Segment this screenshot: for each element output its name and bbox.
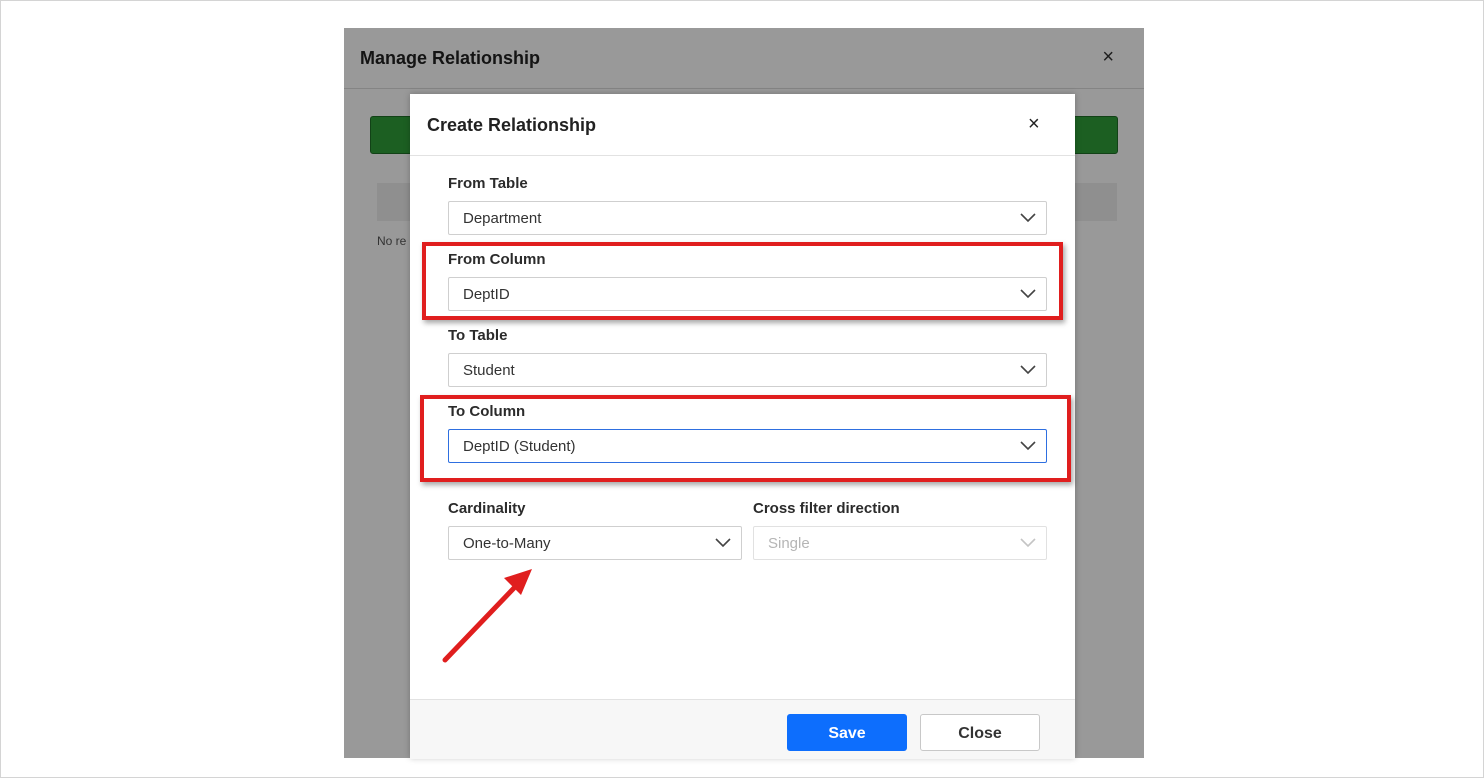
create-dialog-footer: Save Close: [410, 699, 1075, 759]
chevron-down-icon: [1020, 365, 1036, 375]
cross-filter-value: Single: [768, 535, 810, 552]
close-icon[interactable]: ×: [1028, 113, 1040, 136]
create-dialog-title: Create Relationship: [427, 115, 597, 135]
close-button[interactable]: Close: [920, 714, 1040, 751]
cross-filter-dropdown: Single: [753, 526, 1047, 560]
cardinality-label: Cardinality: [448, 500, 526, 517]
from-table-value: Department: [463, 210, 542, 227]
chevron-down-icon: [1020, 213, 1036, 223]
cardinality-dropdown[interactable]: One-to-Many: [448, 526, 742, 560]
cardinality-value: One-to-Many: [463, 535, 551, 552]
to-table-value: Student: [463, 362, 515, 379]
from-table-label: From Table: [448, 175, 528, 192]
from-table-dropdown[interactable]: Department: [448, 201, 1047, 235]
create-dialog-header: Create Relationship ×: [410, 94, 1075, 156]
chevron-down-icon: [1020, 538, 1036, 548]
from-column-highlight-box: [422, 242, 1063, 320]
to-table-label: To Table: [448, 327, 508, 344]
chevron-down-icon: [715, 538, 731, 548]
save-button[interactable]: Save: [787, 714, 907, 751]
to-column-highlight-box: [420, 395, 1071, 482]
to-table-dropdown[interactable]: Student: [448, 353, 1047, 387]
cross-filter-label: Cross filter direction: [753, 500, 900, 517]
